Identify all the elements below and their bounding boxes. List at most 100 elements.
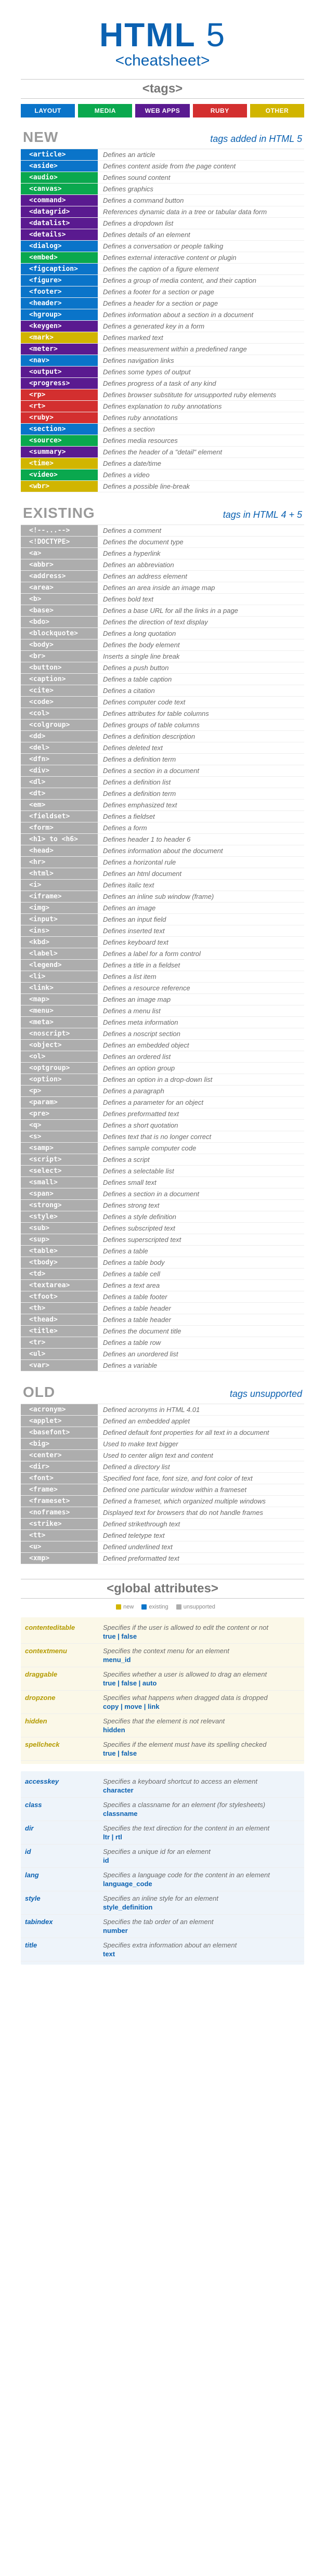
tag-row: <caption>Defines a table caption <box>21 674 304 685</box>
global-attr-name: class <box>21 1798 99 1821</box>
color-bar <box>21 800 25 810</box>
tag-row: <table>Defines a table <box>21 1246 304 1257</box>
tag-desc: Defines meta information <box>98 1017 304 1028</box>
color-bar <box>21 332 25 343</box>
tag-name: <select> <box>25 1166 98 1176</box>
tag-row: <dialog>Defines a conversation or people… <box>21 241 304 252</box>
tag-desc: Defines ruby annotations <box>98 412 304 423</box>
tag-name: <u> <box>25 1541 98 1552</box>
global-attr-values: hidden <box>103 1726 300 1734</box>
color-bar <box>21 777 25 788</box>
tag-row: <xmp>Defined preformatted text <box>21 1553 304 1564</box>
tag-name: <li> <box>25 971 98 982</box>
global-attr-desc: Specifies a keyboard shortcut to access … <box>99 1774 304 1797</box>
global-attr-values: character <box>103 1786 300 1794</box>
global-attr-name: style <box>21 1891 99 1914</box>
global-attr-name: title <box>21 1938 99 1961</box>
tag-name: <base> <box>25 605 98 616</box>
color-bar <box>21 1530 25 1541</box>
tag-name: <b> <box>25 594 98 605</box>
tag-name: <th> <box>25 1303 98 1314</box>
tag-name: <ol> <box>25 1051 98 1062</box>
tag-row: <head>Defines information about the docu… <box>21 845 304 857</box>
tag-name: <strong> <box>25 1200 98 1211</box>
tag-row: <font>Specified font face, font size, an… <box>21 1473 304 1484</box>
color-bar <box>21 309 25 320</box>
tag-desc: Defines details of an element <box>98 229 304 240</box>
tag-name: <link> <box>25 983 98 993</box>
tag-desc: Defined one particular window within a f… <box>98 1484 304 1495</box>
tag-name: <img> <box>25 903 98 913</box>
tag-name: <summary> <box>25 447 98 457</box>
tag-name: <embed> <box>25 252 98 263</box>
color-bar <box>21 161 25 172</box>
tag-desc: Defines an area inside an image map <box>98 582 304 593</box>
tag-desc: Defines a table cell <box>98 1269 304 1279</box>
tag-desc: Defines an input field <box>98 914 304 925</box>
global-attr-row: langSpecifies a language code for the co… <box>21 1868 304 1891</box>
tag-name: <span> <box>25 1188 98 1199</box>
tag-desc: Defines a table row <box>98 1337 304 1348</box>
tag-row: <b>Defines bold text <box>21 594 304 605</box>
tag-row: <pre>Defines preformatted text <box>21 1108 304 1120</box>
tag-name: <legend> <box>25 960 98 971</box>
color-bar <box>21 731 25 742</box>
global-attr-row: dropzoneSpecifies what happens when drag… <box>21 1691 304 1714</box>
color-bar <box>21 218 25 229</box>
group-title-old: OLD <box>23 1384 55 1401</box>
tag-row: <keygen>Defines a generated key in a for… <box>21 321 304 332</box>
tag-name: <canvas> <box>25 184 98 194</box>
tag-desc: Defines a comment <box>98 525 304 536</box>
group-head-new: NEW tags added in HTML 5 <box>21 126 304 149</box>
tag-name: <article> <box>25 149 98 160</box>
tag-name: <meta> <box>25 1017 98 1028</box>
tag-name: <!--...--> <box>25 525 98 536</box>
tag-desc: Defines a section <box>98 424 304 435</box>
tag-desc: Defines a definition term <box>98 788 304 799</box>
tag-name: <header> <box>25 298 98 309</box>
color-bar <box>21 822 25 833</box>
tag-desc: Defines content aside from the page cont… <box>98 161 304 172</box>
color-bar <box>21 264 25 274</box>
tag-row: <cite>Defines a citation <box>21 685 304 697</box>
tag-row: <s>Defines text that is no longer correc… <box>21 1131 304 1143</box>
tag-desc: Defined acronyms in HTML 4.01 <box>98 1404 304 1415</box>
color-bar <box>21 1120 25 1131</box>
tag-desc: Defines a table header <box>98 1314 304 1325</box>
tag-row: <section>Defines a section <box>21 424 304 435</box>
tag-desc: Defines keyboard text <box>98 937 304 948</box>
color-bar <box>21 845 25 856</box>
color-bar <box>21 1074 25 1085</box>
color-bar <box>21 1439 25 1449</box>
tag-desc: Defined a directory list <box>98 1461 304 1472</box>
tag-row: <menu>Defines a menu list <box>21 1005 304 1017</box>
global-attr-values: text <box>103 1950 300 1958</box>
color-bar <box>21 195 25 206</box>
color-bar <box>21 1143 25 1154</box>
category-strip: LAYOUT MEDIA WEB APPS RUBY OTHER <box>21 104 304 117</box>
tag-row: <span>Defines a section in a document <box>21 1188 304 1200</box>
tag-name: <style> <box>25 1211 98 1222</box>
tag-row: <img>Defines an image <box>21 903 304 914</box>
tag-name: <frame> <box>25 1484 98 1495</box>
color-bar <box>21 1450 25 1461</box>
tag-row: <base>Defines a base URL for all the lin… <box>21 605 304 617</box>
color-bar <box>21 389 25 400</box>
tag-desc: Defines a generated key in a form <box>98 321 304 332</box>
tag-row: <summary>Defines the header of a "detail… <box>21 447 304 458</box>
tag-row: <button>Defines a push button <box>21 662 304 674</box>
tag-row: <audio>Defines sound content <box>21 172 304 184</box>
color-bar <box>21 1177 25 1188</box>
tag-name: <noframes> <box>25 1507 98 1518</box>
tag-row: <map>Defines an image map <box>21 994 304 1005</box>
tag-row: <dl>Defines a definition list <box>21 777 304 788</box>
global-attr-desc: Specifies extra information about an ele… <box>99 1938 304 1961</box>
tag-desc: Defines navigation links <box>98 355 304 366</box>
global-attr-name: hidden <box>21 1714 99 1737</box>
color-bar <box>21 742 25 753</box>
tag-desc: Defines a noscript section <box>98 1028 304 1039</box>
global-attr-row: draggableSpecifies whether a user is all… <box>21 1667 304 1691</box>
color-bar <box>21 868 25 879</box>
tag-row: <center>Used to center align text and co… <box>21 1450 304 1461</box>
tag-name: <textarea> <box>25 1280 98 1291</box>
